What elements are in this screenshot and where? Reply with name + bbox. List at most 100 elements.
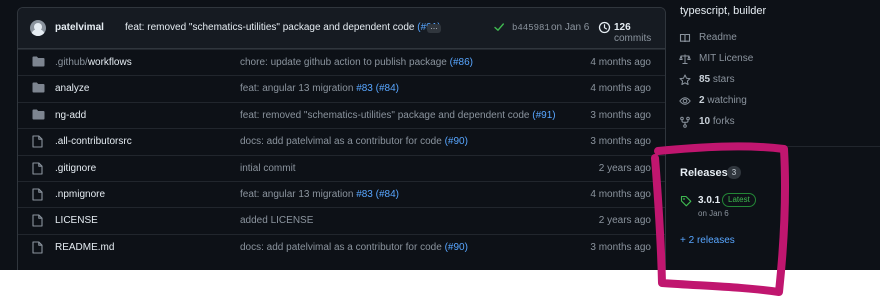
file-name[interactable]: .all-contributorsrc bbox=[55, 136, 132, 147]
readme-label[interactable]: Readme bbox=[699, 32, 737, 43]
watchers-label[interactable]: watching bbox=[705, 95, 746, 106]
file-name[interactable]: .github/workflows bbox=[55, 57, 132, 68]
file-name-text[interactable]: .all-contributorsrc bbox=[55, 136, 132, 147]
file-commit-message[interactable]: docs: add patelvimal as a contributor fo… bbox=[240, 242, 468, 253]
file-commit-text[interactable]: feat: angular 13 migration bbox=[240, 83, 356, 94]
commit-author[interactable]: patelvimal bbox=[55, 22, 104, 33]
latest-commit-bar: patelvimal feat: removed "schematics-uti… bbox=[18, 8, 665, 49]
commits-link[interactable]: 126 commits bbox=[614, 22, 665, 44]
commit-message-text[interactable]: feat: removed "schematics-utilities" pac… bbox=[125, 22, 415, 33]
file-icon bbox=[32, 214, 43, 227]
file-name[interactable]: ng-add bbox=[55, 110, 86, 121]
file-name-text[interactable]: LICENSE bbox=[55, 215, 98, 226]
law-icon bbox=[679, 54, 691, 64]
file-commit-text[interactable]: docs: add patelvimal as a contributor fo… bbox=[240, 242, 445, 253]
releases-heading[interactable]: Releases bbox=[680, 167, 728, 179]
history-icon bbox=[598, 21, 611, 34]
commit-sha[interactable]: b445981 bbox=[512, 23, 550, 33]
file-row[interactable]: .gitignore intial commit 2 years ago bbox=[18, 154, 665, 182]
release-date: on Jan 6 bbox=[698, 209, 729, 218]
file-commit-text[interactable]: added LICENSE bbox=[240, 215, 313, 226]
file-commit-message[interactable]: chore: update github action to publish p… bbox=[240, 57, 473, 68]
file-commit-pr[interactable]: (#90) bbox=[445, 242, 468, 253]
license-label[interactable]: MIT License bbox=[699, 53, 753, 64]
folder-icon-wrap bbox=[32, 56, 45, 70]
file-commit-message[interactable]: docs: add patelvimal as a contributor fo… bbox=[240, 136, 468, 147]
file-commit-text[interactable]: feat: removed "schematics-utilities" pac… bbox=[240, 110, 532, 121]
file-commit-message[interactable]: added LICENSE bbox=[240, 215, 313, 226]
file-name-text[interactable]: .gitignore bbox=[55, 163, 96, 174]
author-avatar[interactable] bbox=[30, 20, 46, 36]
commit-count[interactable]: 126 bbox=[614, 22, 631, 33]
file-commit-message[interactable]: intial commit bbox=[240, 163, 296, 174]
file-row[interactable]: analyze feat: angular 13 migration #83 (#… bbox=[18, 75, 665, 102]
check-icon[interactable] bbox=[493, 21, 505, 33]
file-commit-text[interactable]: docs: add patelvimal as a contributor fo… bbox=[240, 136, 445, 147]
file-icon bbox=[32, 188, 43, 201]
file-commit-message[interactable]: feat: removed "schematics-utilities" pac… bbox=[240, 110, 556, 121]
file-commit-pr[interactable]: (#90) bbox=[445, 136, 468, 147]
file-row[interactable]: .all-contributorsrc docs: add patelvimal … bbox=[18, 128, 665, 155]
sidebar-divider bbox=[665, 146, 880, 147]
file-row[interactable]: LICENSE added LICENSE 2 years ago bbox=[18, 207, 665, 234]
file-commit-age: 2 years ago bbox=[598, 215, 651, 227]
file-commit-text[interactable]: feat: angular 13 migration bbox=[240, 189, 356, 200]
folder-icon-wrap bbox=[32, 109, 45, 123]
file-browser: patelvimal feat: removed "schematics-uti… bbox=[17, 7, 666, 270]
file-icon-wrap bbox=[32, 162, 43, 178]
file-icon-wrap bbox=[32, 214, 43, 230]
folder-icon bbox=[32, 109, 45, 120]
file-commit-text[interactable]: intial commit bbox=[240, 163, 296, 174]
file-commit-age: 4 months ago bbox=[590, 83, 651, 95]
file-commit-age: 3 months ago bbox=[590, 136, 651, 148]
repo-topics[interactable]: typescript, builder bbox=[680, 5, 766, 17]
file-commit-age: 4 months ago bbox=[590, 189, 651, 200]
stars-count[interactable]: 85 bbox=[699, 74, 710, 85]
stars-label[interactable]: stars bbox=[710, 74, 735, 85]
tag-icon bbox=[680, 195, 692, 207]
commit-message[interactable]: feat: removed "schematics-utilities" pac… bbox=[125, 22, 441, 33]
file-commit-pr[interactable]: #83 (#84) bbox=[356, 189, 399, 200]
folder-icon bbox=[32, 82, 45, 93]
file-icon-wrap bbox=[32, 188, 43, 204]
file-name[interactable]: analyze bbox=[55, 83, 89, 94]
file-name-text[interactable]: analyze bbox=[55, 83, 89, 94]
file-commit-pr[interactable]: (#86) bbox=[450, 57, 473, 68]
forks-count[interactable]: 10 bbox=[699, 116, 710, 127]
file-row[interactable]: .npmignore feat: angular 13 migration #83… bbox=[18, 181, 665, 208]
file-icon bbox=[32, 241, 43, 254]
file-icon bbox=[32, 135, 43, 148]
file-name-text[interactable]: README.md bbox=[55, 242, 114, 253]
file-commit-pr[interactable]: #83 (#84) bbox=[356, 83, 399, 94]
star-icon bbox=[679, 74, 691, 85]
file-commit-text[interactable]: chore: update github action to publish p… bbox=[240, 57, 450, 68]
file-row[interactable]: .github/workflows chore: update github ac… bbox=[18, 49, 665, 76]
file-commit-age: 3 months ago bbox=[590, 241, 651, 253]
expand-commit-button[interactable]: … bbox=[427, 23, 441, 33]
fork-icon bbox=[680, 116, 690, 128]
file-name[interactable]: README.md bbox=[55, 242, 114, 253]
file-name-text[interactable]: .npmignore bbox=[55, 189, 105, 200]
file-name[interactable]: .npmignore bbox=[55, 189, 105, 200]
file-commit-message[interactable]: feat: angular 13 migration #83 (#84) bbox=[240, 83, 399, 94]
more-releases-link[interactable]: + 2 releases bbox=[680, 235, 735, 246]
latest-badge: Latest bbox=[722, 193, 756, 207]
file-name-prefix[interactable]: .github/ bbox=[55, 57, 88, 68]
file-name[interactable]: .gitignore bbox=[55, 163, 96, 174]
file-row[interactable]: ng-add feat: removed "schematics-utilitie… bbox=[18, 101, 665, 129]
file-icon bbox=[32, 162, 43, 175]
file-row[interactable]: README.md docs: add patelvimal as a contr… bbox=[18, 233, 665, 261]
file-name[interactable]: LICENSE bbox=[55, 215, 98, 226]
about-sidebar: typescript, builder Readme MIT License 8… bbox=[665, 0, 880, 270]
commits-label[interactable]: commits bbox=[614, 33, 651, 44]
file-commit-message[interactable]: feat: angular 13 migration #83 (#84) bbox=[240, 189, 399, 200]
file-commit-pr[interactable]: (#91) bbox=[532, 110, 555, 121]
commit-date: on Jan 6 bbox=[551, 22, 590, 33]
folder-icon bbox=[32, 56, 45, 67]
file-name-text[interactable]: workflows bbox=[88, 57, 132, 68]
release-version[interactable]: 3.0.1 bbox=[698, 195, 720, 206]
file-name-text[interactable]: ng-add bbox=[55, 110, 86, 121]
file-commit-age: 4 months ago bbox=[590, 57, 651, 68]
forks-label[interactable]: forks bbox=[710, 116, 735, 127]
file-commit-age: 2 years ago bbox=[598, 162, 651, 174]
